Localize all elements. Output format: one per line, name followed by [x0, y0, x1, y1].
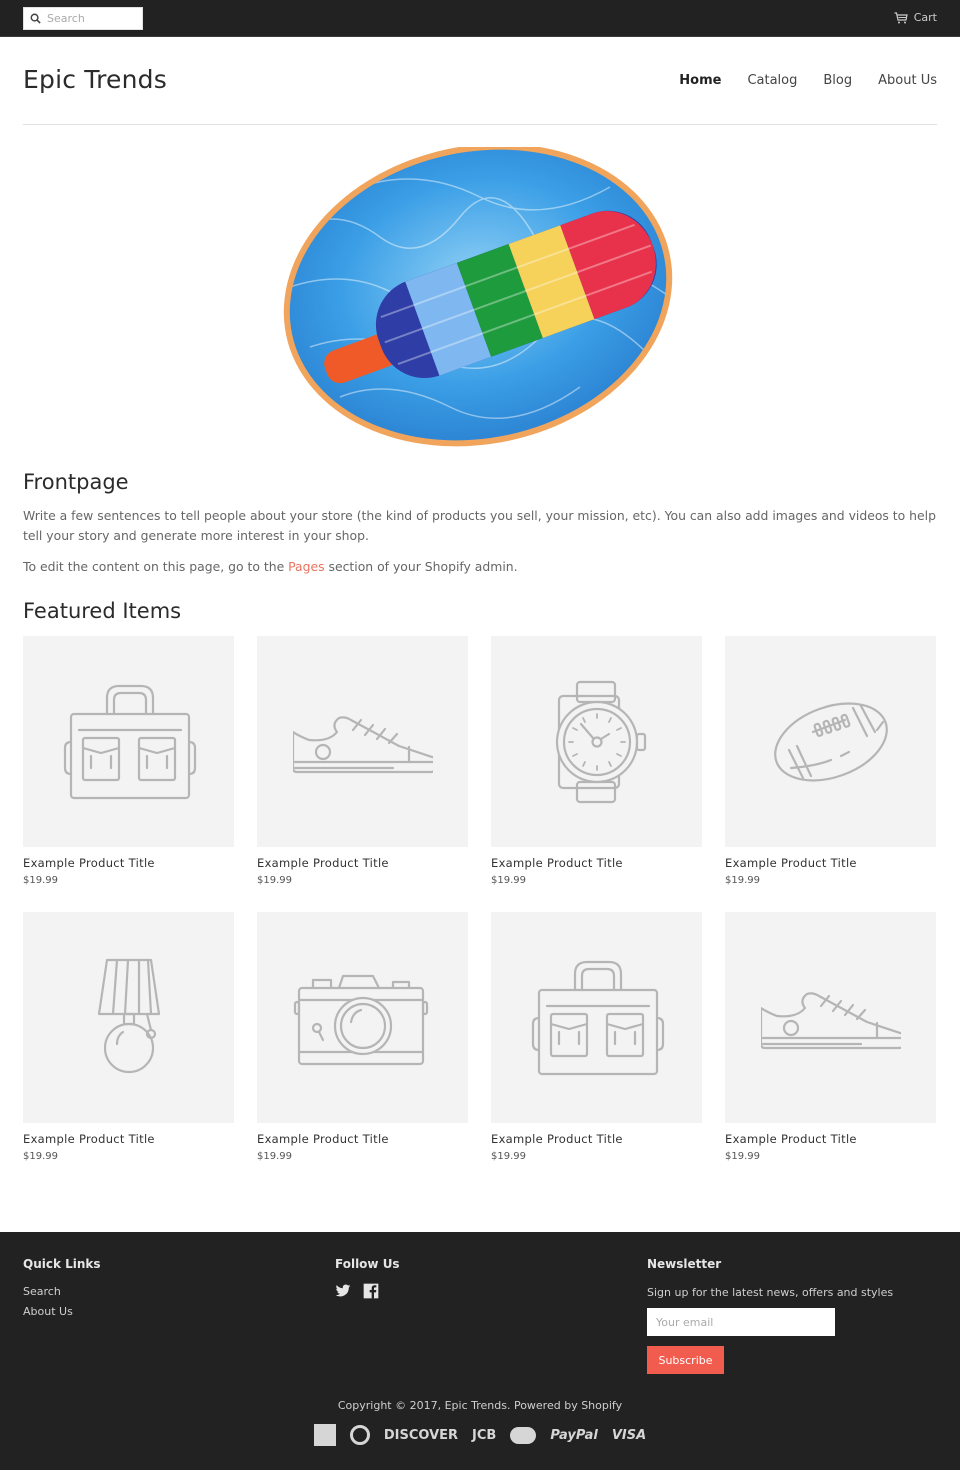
discover-icon: DISCOVER	[383, 1427, 459, 1443]
product-thumbnail	[23, 912, 234, 1123]
mastercard-icon	[510, 1426, 537, 1444]
frontpage-edit-note: To edit the content on this page, go to …	[23, 557, 937, 577]
footer-link-about-us[interactable]: About Us	[23, 1302, 101, 1322]
search-box[interactable]	[23, 7, 143, 30]
copyright-text: Copyright © 2017, Epic Trends. Powered b…	[337, 1399, 623, 1412]
product-thumbnail	[491, 636, 702, 847]
product-thumbnail	[725, 636, 936, 847]
football-icon	[773, 701, 888, 782]
bag-icon	[531, 960, 664, 1075]
product-price: $19.99	[257, 875, 292, 886]
product-price: $19.99	[725, 875, 760, 886]
product-thumbnail	[23, 636, 234, 847]
footer-follow-us: Follow Us	[335, 1257, 400, 1306]
top-bar: Cart	[0, 0, 960, 37]
edit-note-before: To edit the content on this page, go to …	[23, 559, 289, 574]
diners-club-icon	[349, 1425, 370, 1445]
watch-icon	[555, 680, 646, 803]
amex-icon	[313, 1424, 336, 1446]
product-card[interactable]: Example Product Title $19.99	[725, 636, 936, 886]
newsletter-text: Sign up for the latest news, offers and …	[647, 1286, 894, 1299]
product-title[interactable]: Example Product Title	[23, 1132, 234, 1146]
product-card[interactable]: Example Product Title $19.99	[491, 912, 702, 1162]
footer-link-search[interactable]: Search	[23, 1282, 101, 1302]
product-title[interactable]: Example Product Title	[491, 856, 702, 870]
popsicle-pool-float-image	[283, 147, 673, 447]
product-thumbnail	[257, 912, 468, 1123]
site-logo[interactable]: Epic Trends	[23, 65, 167, 94]
product-title[interactable]: Example Product Title	[23, 856, 234, 870]
camera-icon	[293, 974, 428, 1065]
product-card[interactable]: Example Product Title $19.99	[491, 636, 702, 886]
product-thumbnail	[725, 912, 936, 1123]
site-footer: Quick Links Search About Us Follow Us Ne…	[0, 1232, 960, 1470]
product-thumbnail	[257, 636, 468, 847]
product-grid: Example Product Title $19.99 Example Pro…	[23, 636, 937, 1162]
lamp-icon	[97, 958, 160, 1073]
newsletter-title: Newsletter	[647, 1257, 722, 1271]
frontpage-intro: Write a few sentences to tell people abo…	[23, 508, 936, 543]
twitter-icon	[335, 1284, 351, 1297]
newsletter-email-input[interactable]	[647, 1308, 835, 1336]
product-card[interactable]: Example Product Title $19.99	[23, 636, 234, 886]
jcb-icon: JCB	[472, 1427, 497, 1443]
visa-icon: VISA	[611, 1427, 647, 1443]
cart-icon	[894, 11, 908, 23]
product-price: $19.99	[725, 1151, 760, 1162]
product-title[interactable]: Example Product Title	[725, 1132, 936, 1146]
product-title[interactable]: Example Product Title	[491, 1132, 702, 1146]
product-price: $19.99	[491, 1151, 526, 1162]
search-icon	[30, 13, 41, 24]
product-card[interactable]: Example Product Title $19.99	[257, 636, 468, 886]
nav-catalog[interactable]: Catalog	[747, 73, 797, 88]
product-card[interactable]: Example Product Title $19.99	[23, 912, 234, 1162]
cart-link[interactable]: Cart	[894, 11, 937, 24]
twitter-link[interactable]	[335, 1283, 351, 1306]
product-title[interactable]: Example Product Title	[257, 856, 468, 870]
bag-icon	[63, 684, 196, 799]
search-input[interactable]	[47, 12, 137, 25]
product-thumbnail	[491, 912, 702, 1123]
footer-quick-links: Quick Links Search About Us	[23, 1257, 101, 1322]
hero-banner	[0, 147, 960, 447]
product-price: $19.99	[23, 1151, 58, 1162]
product-title[interactable]: Example Product Title	[725, 856, 936, 870]
sneaker-icon	[292, 715, 433, 773]
site-header: Epic Trends Home Catalog Blog About Us	[23, 37, 937, 125]
product-title[interactable]: Example Product Title	[257, 1132, 468, 1146]
product-card[interactable]: Example Product Title $19.99	[725, 912, 936, 1162]
edit-note-after: section of your Shopify admin.	[324, 559, 518, 574]
sneaker-icon	[760, 991, 901, 1049]
frontpage-title: Frontpage	[23, 470, 129, 494]
pages-link[interactable]: Pages	[288, 559, 324, 574]
cart-label: Cart	[913, 11, 937, 24]
nav-home[interactable]: Home	[679, 73, 721, 88]
facebook-link[interactable]	[363, 1283, 379, 1306]
footer-newsletter: Newsletter Sign up for the latest news, …	[647, 1257, 893, 1374]
payment-icons: DISCOVER JCB PayPal VISA	[0, 1424, 960, 1446]
main-nav: Home Catalog Blog About Us	[653, 73, 937, 88]
main-content: Frontpage Write a few sentences to tell …	[23, 470, 937, 1162]
nav-blog[interactable]: Blog	[823, 73, 852, 88]
featured-title: Featured Items	[23, 599, 182, 623]
quick-links-title: Quick Links	[23, 1257, 101, 1271]
product-card[interactable]: Example Product Title $19.99	[257, 912, 468, 1162]
product-price: $19.99	[257, 1151, 292, 1162]
subscribe-button[interactable]: Subscribe	[647, 1346, 724, 1374]
follow-us-title: Follow Us	[335, 1257, 400, 1271]
facebook-icon	[363, 1283, 379, 1299]
paypal-icon: PayPal	[550, 1427, 598, 1443]
nav-about-us[interactable]: About Us	[878, 73, 937, 88]
product-price: $19.99	[23, 875, 58, 886]
product-price: $19.99	[491, 875, 526, 886]
